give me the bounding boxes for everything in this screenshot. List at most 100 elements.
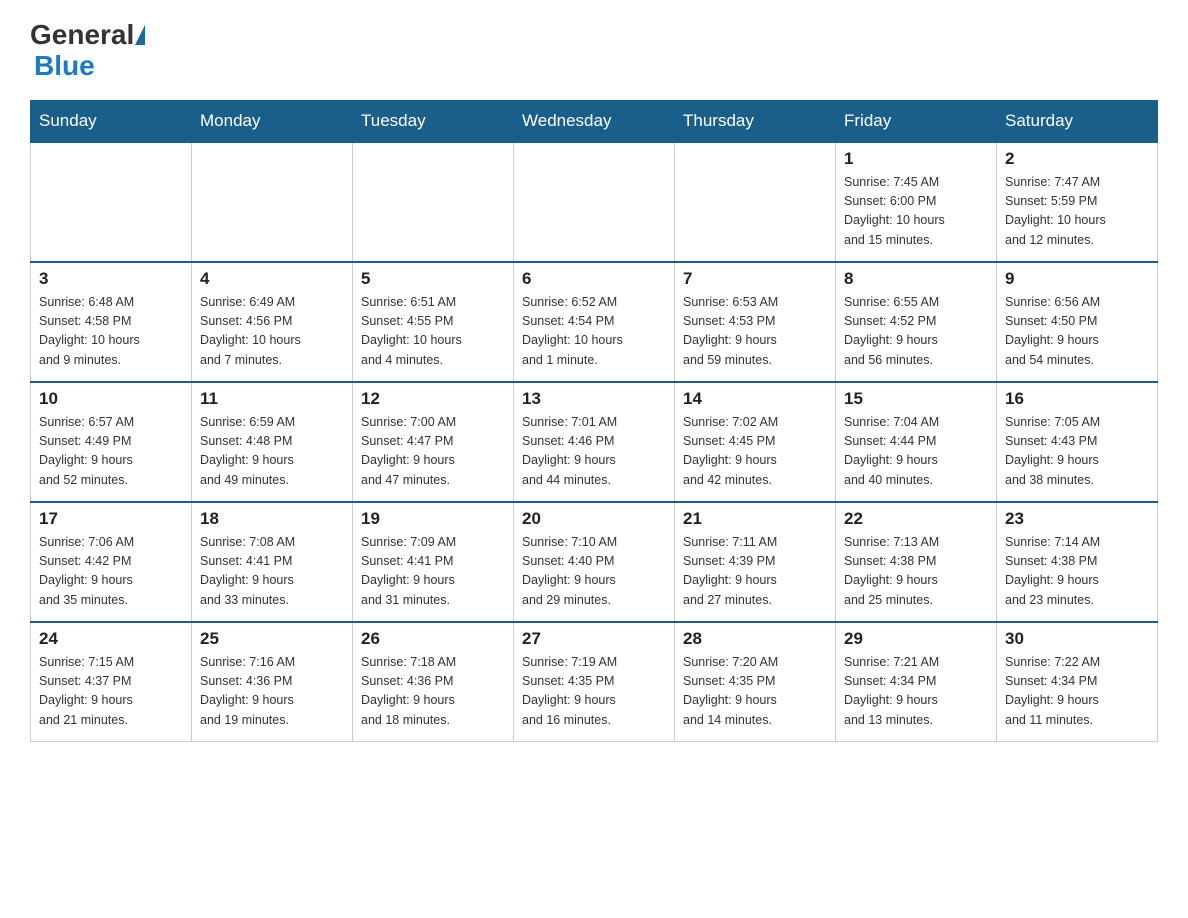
calendar-header-row: SundayMondayTuesdayWednesdayThursdayFrid…: [31, 100, 1158, 142]
day-info-text: Sunset: 4:53 PM: [683, 312, 827, 331]
table-cell: 20Sunrise: 7:10 AMSunset: 4:40 PMDayligh…: [514, 502, 675, 622]
day-info-text: Daylight: 9 hours: [361, 691, 505, 710]
day-info-text: Sunrise: 7:09 AM: [361, 533, 505, 552]
day-info-text: Sunrise: 7:05 AM: [1005, 413, 1149, 432]
day-info-text: Daylight: 9 hours: [683, 331, 827, 350]
day-info-text: and 13 minutes.: [844, 711, 988, 730]
day-info-text: Sunrise: 7:16 AM: [200, 653, 344, 672]
day-number: 7: [683, 269, 827, 289]
table-cell: 26Sunrise: 7:18 AMSunset: 4:36 PMDayligh…: [353, 622, 514, 742]
day-info-text: Sunrise: 7:04 AM: [844, 413, 988, 432]
day-info-text: Daylight: 9 hours: [683, 451, 827, 470]
day-info-text: and 19 minutes.: [200, 711, 344, 730]
day-number: 22: [844, 509, 988, 529]
day-info-text: Daylight: 9 hours: [844, 451, 988, 470]
table-cell: 18Sunrise: 7:08 AMSunset: 4:41 PMDayligh…: [192, 502, 353, 622]
day-info-text: Sunrise: 7:18 AM: [361, 653, 505, 672]
table-cell: 14Sunrise: 7:02 AMSunset: 4:45 PMDayligh…: [675, 382, 836, 502]
table-cell: 22Sunrise: 7:13 AMSunset: 4:38 PMDayligh…: [836, 502, 997, 622]
table-cell: 5Sunrise: 6:51 AMSunset: 4:55 PMDaylight…: [353, 262, 514, 382]
day-info-text: Sunrise: 7:02 AM: [683, 413, 827, 432]
day-number: 20: [522, 509, 666, 529]
day-info-text: Sunset: 4:48 PM: [200, 432, 344, 451]
day-info-text: Sunrise: 7:11 AM: [683, 533, 827, 552]
day-info-text: Sunset: 4:37 PM: [39, 672, 183, 691]
day-info-text: Sunset: 4:56 PM: [200, 312, 344, 331]
table-cell: 27Sunrise: 7:19 AMSunset: 4:35 PMDayligh…: [514, 622, 675, 742]
day-info-text: and 54 minutes.: [1005, 351, 1149, 370]
table-cell: 17Sunrise: 7:06 AMSunset: 4:42 PMDayligh…: [31, 502, 192, 622]
day-info-text: and 7 minutes.: [200, 351, 344, 370]
week-row-5: 24Sunrise: 7:15 AMSunset: 4:37 PMDayligh…: [31, 622, 1158, 742]
table-cell: [31, 142, 192, 262]
day-number: 1: [844, 149, 988, 169]
header-sunday: Sunday: [31, 100, 192, 142]
table-cell: 6Sunrise: 6:52 AMSunset: 4:54 PMDaylight…: [514, 262, 675, 382]
header-wednesday: Wednesday: [514, 100, 675, 142]
day-info-text: Sunrise: 7:13 AM: [844, 533, 988, 552]
day-info-text: Sunset: 4:40 PM: [522, 552, 666, 571]
day-info-text: and 35 minutes.: [39, 591, 183, 610]
header-thursday: Thursday: [675, 100, 836, 142]
day-info-text: and 12 minutes.: [1005, 231, 1149, 250]
day-info-text: Daylight: 9 hours: [39, 571, 183, 590]
day-info-text: Daylight: 9 hours: [1005, 451, 1149, 470]
day-info-text: Daylight: 10 hours: [844, 211, 988, 230]
logo-blue-text: Blue: [34, 51, 95, 82]
day-info-text: Sunrise: 6:52 AM: [522, 293, 666, 312]
day-info-text: Sunrise: 6:59 AM: [200, 413, 344, 432]
day-info-text: Sunset: 4:35 PM: [683, 672, 827, 691]
day-info-text: Sunset: 4:36 PM: [200, 672, 344, 691]
day-info-text: Sunset: 4:36 PM: [361, 672, 505, 691]
header-tuesday: Tuesday: [353, 100, 514, 142]
logo-triangle-icon: [135, 25, 145, 45]
table-cell: 1Sunrise: 7:45 AMSunset: 6:00 PMDaylight…: [836, 142, 997, 262]
day-info-text: Sunrise: 7:21 AM: [844, 653, 988, 672]
day-info-text: and 33 minutes.: [200, 591, 344, 610]
day-info-text: Daylight: 9 hours: [361, 571, 505, 590]
day-number: 12: [361, 389, 505, 409]
day-info-text: Sunrise: 7:00 AM: [361, 413, 505, 432]
day-info-text: and 59 minutes.: [683, 351, 827, 370]
day-info-text: Sunset: 4:44 PM: [844, 432, 988, 451]
day-number: 3: [39, 269, 183, 289]
day-info-text: and 40 minutes.: [844, 471, 988, 490]
day-info-text: Sunset: 4:34 PM: [1005, 672, 1149, 691]
day-info-text: Sunrise: 6:48 AM: [39, 293, 183, 312]
header-saturday: Saturday: [997, 100, 1158, 142]
table-cell: 8Sunrise: 6:55 AMSunset: 4:52 PMDaylight…: [836, 262, 997, 382]
day-number: 5: [361, 269, 505, 289]
day-info-text: Daylight: 9 hours: [200, 451, 344, 470]
day-info-text: Daylight: 9 hours: [200, 571, 344, 590]
day-number: 30: [1005, 629, 1149, 649]
day-info-text: Sunset: 6:00 PM: [844, 192, 988, 211]
day-number: 15: [844, 389, 988, 409]
calendar-table: SundayMondayTuesdayWednesdayThursdayFrid…: [30, 100, 1158, 743]
day-number: 2: [1005, 149, 1149, 169]
week-row-3: 10Sunrise: 6:57 AMSunset: 4:49 PMDayligh…: [31, 382, 1158, 502]
day-info-text: Daylight: 9 hours: [1005, 331, 1149, 350]
day-info-text: Daylight: 10 hours: [1005, 211, 1149, 230]
day-info-text: Sunset: 4:38 PM: [844, 552, 988, 571]
table-cell: 16Sunrise: 7:05 AMSunset: 4:43 PMDayligh…: [997, 382, 1158, 502]
day-info-text: Sunrise: 7:14 AM: [1005, 533, 1149, 552]
table-cell: 30Sunrise: 7:22 AMSunset: 4:34 PMDayligh…: [997, 622, 1158, 742]
day-number: 27: [522, 629, 666, 649]
day-info-text: Daylight: 9 hours: [683, 691, 827, 710]
header-friday: Friday: [836, 100, 997, 142]
day-number: 29: [844, 629, 988, 649]
week-row-2: 3Sunrise: 6:48 AMSunset: 4:58 PMDaylight…: [31, 262, 1158, 382]
day-info-text: Sunset: 4:55 PM: [361, 312, 505, 331]
day-info-text: Sunrise: 7:20 AM: [683, 653, 827, 672]
day-info-text: Sunset: 4:35 PM: [522, 672, 666, 691]
day-info-text: Sunrise: 6:55 AM: [844, 293, 988, 312]
day-number: 28: [683, 629, 827, 649]
day-info-text: and 42 minutes.: [683, 471, 827, 490]
day-info-text: Daylight: 9 hours: [522, 571, 666, 590]
day-info-text: and 29 minutes.: [522, 591, 666, 610]
table-cell: 10Sunrise: 6:57 AMSunset: 4:49 PMDayligh…: [31, 382, 192, 502]
table-cell: 21Sunrise: 7:11 AMSunset: 4:39 PMDayligh…: [675, 502, 836, 622]
day-info-text: Sunrise: 6:51 AM: [361, 293, 505, 312]
day-info-text: Sunset: 4:50 PM: [1005, 312, 1149, 331]
table-cell: 19Sunrise: 7:09 AMSunset: 4:41 PMDayligh…: [353, 502, 514, 622]
